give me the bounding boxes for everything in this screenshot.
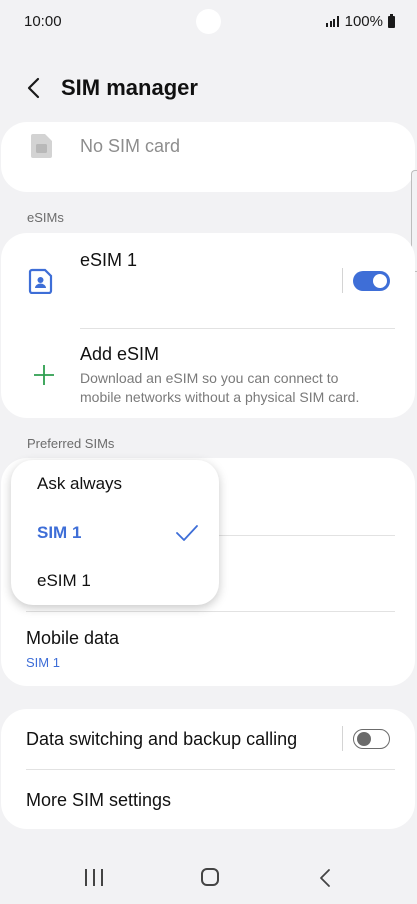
mobile-data-value: SIM 1 <box>26 655 60 670</box>
more-sim-settings-label[interactable]: More SIM settings <box>26 790 171 811</box>
data-switching-label[interactable]: Data switching and backup calling <box>26 729 297 750</box>
no-sim-label: No SIM card <box>80 136 181 156</box>
popup-option-sim1[interactable]: SIM 1 <box>37 523 81 543</box>
esim1-name[interactable]: eSIM 1 <box>80 250 137 271</box>
back-arrow-icon[interactable] <box>22 74 48 102</box>
plus-icon <box>34 365 54 385</box>
battery-icon <box>388 13 395 28</box>
home-icon[interactable] <box>201 868 219 886</box>
signal-icon <box>326 16 339 27</box>
add-esim-description: Download an eSIM so you can connect to m… <box>80 370 360 405</box>
divider <box>26 611 395 612</box>
camera-cutout <box>196 9 221 34</box>
add-esim-title[interactable]: Add eSIM <box>80 344 159 365</box>
recent-apps-icon[interactable] <box>85 869 103 886</box>
nav-back-icon[interactable] <box>318 867 332 889</box>
battery-percent: 100% <box>344 13 383 30</box>
divider <box>80 328 395 329</box>
toggle-divider <box>342 726 343 751</box>
popup-option-esim1[interactable]: eSIM 1 <box>37 571 91 591</box>
preferred-sims-section-label: Preferred SIMs <box>27 436 115 451</box>
data-switching-toggle[interactable] <box>353 729 390 749</box>
physical-sim-card <box>1 122 415 192</box>
sim-card-icon <box>31 134 52 158</box>
esim-profile-icon <box>28 268 53 294</box>
status-icons: 100% <box>326 13 395 30</box>
esim1-toggle[interactable] <box>353 271 390 291</box>
check-icon <box>176 525 198 541</box>
popup-option-ask-always[interactable]: Ask always <box>37 474 122 494</box>
status-time: 10:00 <box>24 13 62 30</box>
esims-section-label: eSIMs <box>27 210 64 225</box>
page-title: SIM manager <box>61 75 198 100</box>
divider <box>26 769 395 770</box>
toggle-divider <box>342 268 343 293</box>
mobile-data-label[interactable]: Mobile data <box>26 628 119 649</box>
